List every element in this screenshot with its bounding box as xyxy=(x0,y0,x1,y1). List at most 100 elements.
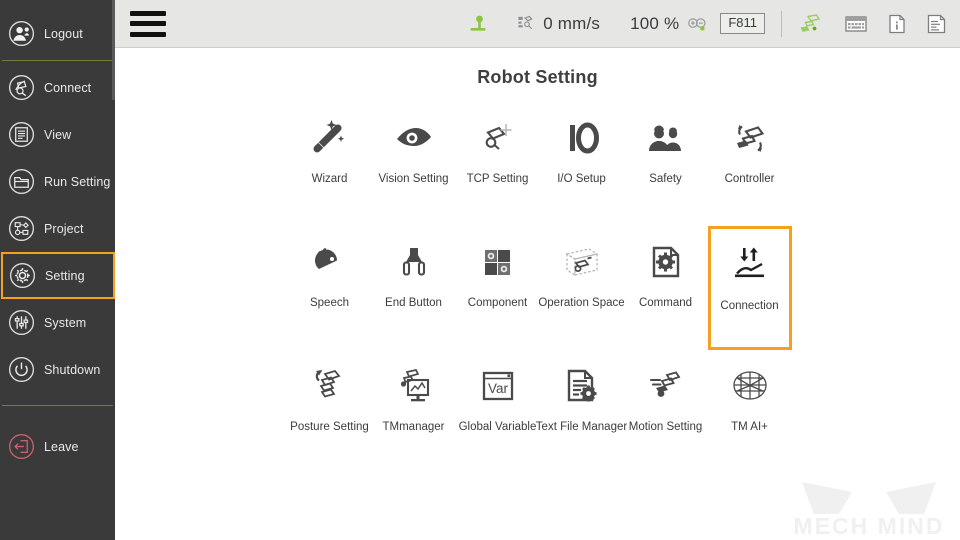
tile-io-setup[interactable]: I/O Setup xyxy=(540,102,624,226)
user-logout-icon xyxy=(8,20,35,47)
toolbar-divider xyxy=(781,10,782,37)
sidebar-item-label: System xyxy=(44,315,87,330)
sidebar: Logout Connect View Run Setting Project … xyxy=(0,0,115,540)
tile-safety[interactable]: Safety xyxy=(624,102,708,226)
sidebar-item-setting[interactable]: Setting xyxy=(1,252,115,299)
tile-end-button[interactable]: End Button xyxy=(372,226,456,350)
connect-icon xyxy=(8,74,35,101)
settings-grid: Wizard Vision Setting TCP Setting I/O Se… xyxy=(115,102,960,474)
tile-global-variable[interactable]: Var Global Variable xyxy=(456,350,540,474)
monitor-chart-icon xyxy=(388,360,440,412)
tile-tmmanager[interactable]: TMmanager xyxy=(372,350,456,474)
sidebar-item-label: Leave xyxy=(44,439,79,454)
sidebar-item-view[interactable]: View xyxy=(0,111,115,158)
gear-document-icon xyxy=(640,236,692,288)
tile-command[interactable]: Command xyxy=(624,226,708,350)
tcp-robot-arm-icon xyxy=(472,112,524,164)
speed-icon xyxy=(517,14,536,33)
mech-mind-logo-icon: MECH MIND xyxy=(784,470,954,539)
sidebar-item-label: Shutdown xyxy=(44,362,101,377)
tile-label: Motion Setting xyxy=(628,421,703,433)
page-title: Robot Setting xyxy=(477,67,598,87)
info-icon[interactable] xyxy=(888,14,906,34)
svg-text:Var: Var xyxy=(487,381,508,396)
tile-wizard[interactable]: Wizard xyxy=(288,102,372,226)
space-cube-icon xyxy=(556,236,608,288)
tile-label: TM AI+ xyxy=(731,421,768,433)
tile-label: Command xyxy=(638,297,693,309)
tile-label: Safety xyxy=(649,173,682,185)
end-effector-icon xyxy=(388,236,440,288)
sliders-icon xyxy=(8,309,35,336)
puzzle-gears-icon xyxy=(472,236,524,288)
tile-label: Operation Space xyxy=(538,297,625,309)
power-icon xyxy=(8,356,35,383)
app-root: Logout Connect View Run Setting Project … xyxy=(0,0,960,540)
tile-label: Global Variable xyxy=(458,421,537,433)
tile-label: Text File Manager xyxy=(535,421,628,433)
motion-arm-icon xyxy=(640,360,692,412)
log-document-icon[interactable] xyxy=(927,14,946,34)
speech-icon xyxy=(304,236,356,288)
tile-label: End Button xyxy=(385,297,442,309)
speed-indicator[interactable]: 0 mm/s xyxy=(517,14,600,34)
tile-vision-setting[interactable]: Vision Setting xyxy=(372,102,456,226)
tile-tm-ai-plus[interactable]: TM AI+ xyxy=(708,350,792,474)
magic-wand-icon xyxy=(304,112,356,164)
sidebar-separator-bottom xyxy=(2,405,113,406)
tile-posture-setting[interactable]: Posture Setting xyxy=(288,350,372,474)
io-text-icon xyxy=(556,112,608,164)
connection-arrows-icon xyxy=(724,239,776,291)
sidebar-item-leave[interactable]: Leave xyxy=(0,423,115,470)
speed-value: 0 mm/s xyxy=(543,13,601,33)
tile-label: Posture Setting xyxy=(290,421,369,433)
controller-icon xyxy=(724,112,776,164)
sidebar-item-logout[interactable]: Logout xyxy=(0,10,115,57)
tile-tcp-setting[interactable]: TCP Setting xyxy=(456,102,540,226)
tile-motion-setting[interactable]: Motion Setting xyxy=(624,350,708,474)
folder-icon xyxy=(8,168,35,195)
two-workers-icon xyxy=(640,112,692,164)
robot-base-icon[interactable] xyxy=(465,12,489,36)
sidebar-item-label: Run Setting xyxy=(44,174,111,189)
tile-speech[interactable]: Speech xyxy=(288,226,372,350)
sidebar-item-shutdown[interactable]: Shutdown xyxy=(0,346,115,393)
sidebar-item-run-setting[interactable]: Run Setting xyxy=(0,158,115,205)
tile-controller[interactable]: Controller xyxy=(708,102,792,226)
sidebar-item-connect[interactable]: Connect xyxy=(0,64,115,111)
posture-arm-icon xyxy=(304,360,356,412)
view-icon xyxy=(8,121,35,148)
ai-brain-icon xyxy=(724,360,776,412)
main-area: 0 mm/s 100 % F811 Robot Setting Wizard V… xyxy=(115,0,960,540)
tile-label: Vision Setting xyxy=(378,173,449,185)
keyboard-icon[interactable] xyxy=(845,15,867,33)
zoom-in-out-icon[interactable] xyxy=(687,16,709,32)
content-area: Robot Setting Wizard Vision Setting TCP … xyxy=(115,48,960,540)
tile-label: Component xyxy=(467,297,528,309)
project-code-badge[interactable]: F811 xyxy=(720,13,765,34)
speed-percent-group[interactable]: 100 % F811 xyxy=(630,13,765,34)
sidebar-item-label: View xyxy=(44,127,72,142)
tile-label: TMmanager xyxy=(382,421,445,433)
toolbar-right-icons xyxy=(798,12,946,36)
tile-label: Connection xyxy=(720,300,779,312)
tile-connection[interactable]: Connection xyxy=(707,226,792,350)
gear-icon xyxy=(9,262,36,289)
svg-text:MECH MIND: MECH MIND xyxy=(794,513,945,538)
tile-label: Controller xyxy=(724,173,775,185)
exit-icon xyxy=(8,433,35,460)
var-window-icon: Var xyxy=(472,360,524,412)
network-nodes-icon[interactable] xyxy=(798,12,824,36)
sidebar-item-label: Connect xyxy=(44,80,92,95)
tile-text-file-manager[interactable]: Text File Manager xyxy=(536,350,627,474)
sidebar-item-label: Project xyxy=(44,221,84,236)
top-toolbar: 0 mm/s 100 % F811 xyxy=(115,0,960,48)
sidebar-item-system[interactable]: System xyxy=(0,299,115,346)
tile-operation-space[interactable]: Operation Space xyxy=(538,226,625,350)
sidebar-item-project[interactable]: Project xyxy=(0,205,115,252)
sidebar-item-label: Setting xyxy=(45,268,85,283)
percent-value: 100 % xyxy=(630,13,680,33)
hamburger-menu-icon[interactable] xyxy=(130,10,166,37)
tile-component[interactable]: Component xyxy=(456,226,540,350)
eye-icon xyxy=(388,112,440,164)
